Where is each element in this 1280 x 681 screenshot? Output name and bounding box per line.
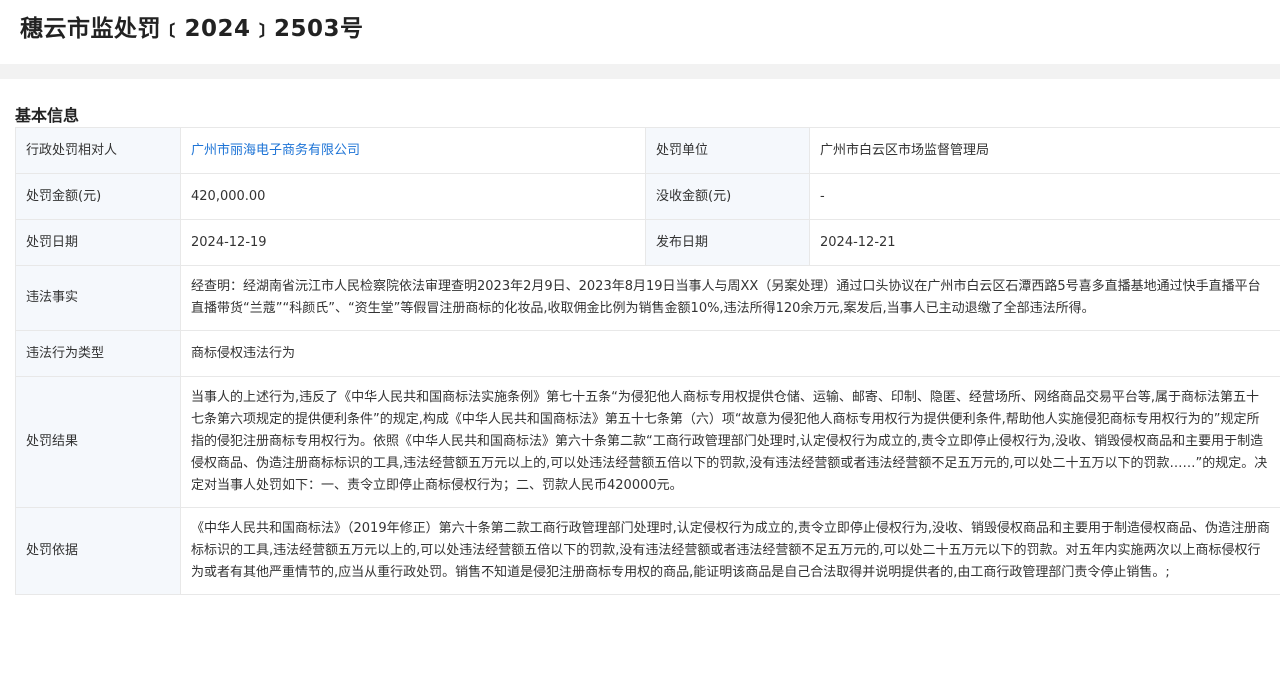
publish-label: 发布日期 xyxy=(645,219,810,266)
type-value: 商标侵权违法行为 xyxy=(180,330,1280,377)
table-row: 处罚结果 当事人的上述行为,违反了《中华人民共和国商标法实施条例》第七十五条“为… xyxy=(15,376,1280,508)
table-row: 违法事实 经查明：经湖南省沅江市人民检察院依法审理查明2023年2月9日、202… xyxy=(15,265,1280,331)
amount-label: 处罚金额(元) xyxy=(15,173,181,220)
table-row: 处罚依据 《中华人民共和国商标法》（2019年修正）第六十条第二款工商行政管理部… xyxy=(15,507,1280,595)
date-value: 2024-12-19 xyxy=(180,219,646,266)
party-link[interactable]: 广州市丽海电子商务有限公司 xyxy=(191,143,360,158)
confiscate-value: - xyxy=(809,173,1280,220)
table-row: 处罚日期 2024-12-19 发布日期 2024-12-21 xyxy=(15,219,1280,266)
table-row: 行政处罚相对人 广州市丽海电子商务有限公司 处罚单位 广州市白云区市场监督管理局 xyxy=(15,127,1280,174)
basis-value: 《中华人民共和国商标法》（2019年修正）第六十条第二款工商行政管理部门处理时,… xyxy=(180,507,1280,595)
page-header: 穗云市监处罚﹝2024﹞2503号 xyxy=(0,0,1280,64)
facts-label: 违法事实 xyxy=(15,265,181,331)
facts-value: 经查明：经湖南省沅江市人民检察院依法审理查明2023年2月9日、2023年8月1… xyxy=(180,265,1280,331)
result-label: 处罚结果 xyxy=(15,376,181,508)
type-label: 违法行为类型 xyxy=(15,330,181,377)
date-label: 处罚日期 xyxy=(15,219,181,266)
party-label: 行政处罚相对人 xyxy=(15,127,181,174)
confiscate-label: 没收金额(元) xyxy=(645,173,810,220)
amount-value: 420,000.00 xyxy=(180,173,646,220)
basic-info-table: 行政处罚相对人 广州市丽海电子商务有限公司 处罚单位 广州市白云区市场监督管理局… xyxy=(15,127,1280,595)
basis-label: 处罚依据 xyxy=(15,507,181,595)
unit-value: 广州市白云区市场监督管理局 xyxy=(809,127,1280,174)
page-title: 穗云市监处罚﹝2024﹞2503号 xyxy=(20,16,364,42)
section-title: 基本信息 xyxy=(15,106,80,125)
publish-value: 2024-12-21 xyxy=(809,219,1280,266)
unit-label: 处罚单位 xyxy=(645,127,810,174)
table-row: 处罚金额(元) 420,000.00 没收金额(元) - xyxy=(15,173,1280,220)
party-cell: 广州市丽海电子商务有限公司 xyxy=(180,127,646,174)
result-value: 当事人的上述行为,违反了《中华人民共和国商标法实施条例》第七十五条“为侵犯他人商… xyxy=(180,376,1280,508)
table-row: 违法行为类型 商标侵权违法行为 xyxy=(15,330,1280,377)
header-divider xyxy=(0,64,1280,79)
